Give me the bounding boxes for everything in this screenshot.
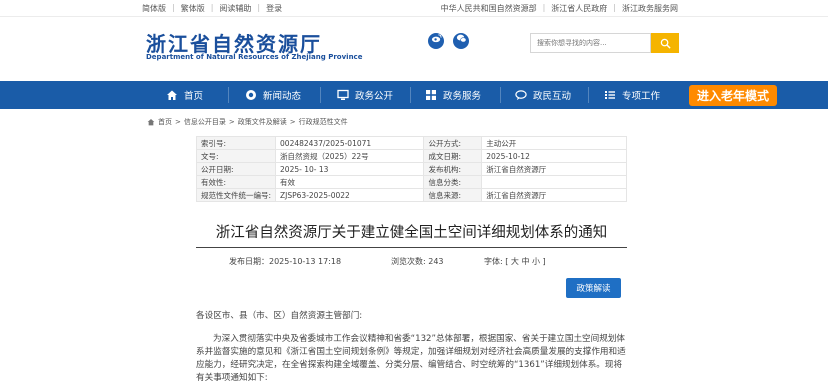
reading-aid-link[interactable]: 阅读辅助	[219, 3, 251, 14]
home-icon	[147, 119, 155, 126]
top-right-links: 中华人民共和国自然资源部 | 浙江省人民政府 | 浙江政务服务网	[440, 3, 678, 14]
monitor-icon	[337, 89, 349, 101]
table-row: 公开日期: 2025- 10- 13 发布机构: 浙江省自然资源厅	[195, 162, 627, 176]
elder-mode-button[interactable]: 进入老年模式	[689, 85, 777, 106]
breadcrumb-item[interactable]: 政策文件及解读	[238, 117, 287, 127]
site-title-en: Department of Natural Resources of Zheji…	[146, 53, 363, 61]
breadcrumb-item[interactable]: 首页	[158, 117, 172, 127]
top-utility-bar: 简体版 | 繁体版 | 阅读辅助 | 登录 中华人民共和国自然资源部 | 浙江省人民政府…	[0, 0, 828, 17]
main-nav: 首页 新闻动态 政务公开 政务服务 政民互动 专项工作 进入老年模式	[0, 81, 828, 109]
chat-icon	[515, 89, 527, 101]
table-row: 索引号: 002482437/2025-01071 公开方式: 主动公开	[195, 136, 627, 150]
nav-news[interactable]: 新闻动态	[245, 81, 301, 109]
breadcrumb: 首页 > 信息公开目录 > 政策文件及解读 > 行政规范性文件	[147, 117, 348, 127]
traditional-link[interactable]: 繁体版	[181, 3, 205, 14]
publish-time: 发布日期：2025-10-13 17:18	[229, 257, 342, 266]
province-gov-link[interactable]: 浙江省人民政府	[551, 3, 607, 14]
top-left-links: 简体版 | 繁体版 | 阅读辅助 | 登录	[142, 3, 283, 14]
search-input[interactable]	[531, 34, 650, 52]
breadcrumb-item[interactable]: 行政规范性文件	[299, 117, 348, 127]
wechat-icon[interactable]	[453, 33, 469, 49]
nav-gov-service[interactable]: 政务服务	[425, 81, 481, 109]
article-body: 为深入贯彻落实中央及省委城市工作会议精神和省委“132”总体部署，根据国家、省关…	[196, 334, 626, 383]
table-row: 有效性: 有效 信息分类:	[195, 175, 627, 189]
news-icon	[245, 89, 257, 101]
font-size-control[interactable]: 字体: [ 大 中 小 ]	[484, 256, 546, 267]
table-row: 规范性文件统一编号: ZJSP63-2025-0022 信息来源: 浙江省自然资源厅	[195, 188, 627, 202]
nav-open-gov[interactable]: 政务公开	[337, 81, 393, 109]
search-button[interactable]	[651, 33, 679, 53]
weibo-icon[interactable]	[428, 33, 444, 49]
title-divider	[196, 247, 627, 248]
ministry-link[interactable]: 中华人民共和国自然资源部	[441, 3, 537, 14]
login-link[interactable]: 登录	[266, 3, 282, 14]
nav-interaction[interactable]: 政民互动	[515, 81, 571, 109]
article-title: 浙江省自然资源厅关于建立健全国土空间详细规划体系的通知	[215, 225, 608, 241]
list-icon	[604, 89, 616, 101]
site-header: 浙江省自然资源厅 Department of Natural Resources…	[0, 17, 828, 81]
gov-service-link[interactable]: 浙江政务服务网	[622, 3, 678, 14]
document-meta-table: 索引号: 002482437/2025-01071 公开方式: 主动公开 文号: 浙自…	[195, 136, 627, 202]
salutation: 各设区市、县（市、区）自然资源主管部门:	[196, 311, 363, 321]
table-row: 文号: 浙自然资规（2025）22号 成文日期: 2025-10-12	[195, 149, 627, 163]
breadcrumb-item[interactable]: 信息公开目录	[184, 117, 226, 127]
policy-interpretation-button[interactable]: 政策解读	[566, 278, 621, 298]
home-icon	[166, 89, 178, 101]
service-icon	[425, 89, 437, 101]
view-count: 浏览次数: 243	[391, 257, 444, 266]
nav-home[interactable]: 首页	[166, 81, 203, 109]
nav-special-work[interactable]: 专项工作	[604, 81, 660, 109]
search-box[interactable]	[530, 33, 651, 53]
simplified-link[interactable]: 简体版	[142, 3, 166, 14]
search-icon	[660, 38, 671, 49]
